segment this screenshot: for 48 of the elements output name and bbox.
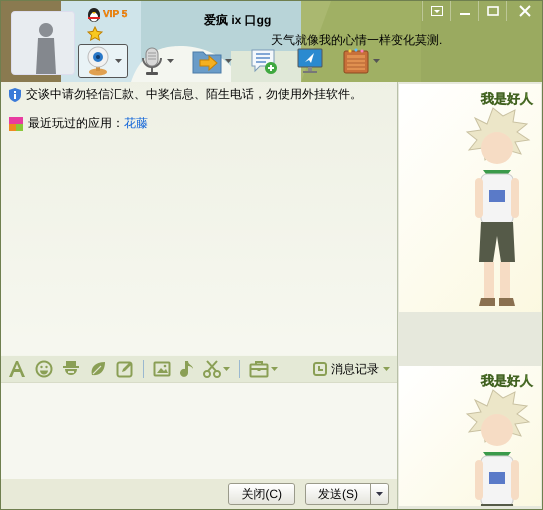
scissors-button[interactable]	[203, 360, 230, 378]
edit-icon	[116, 360, 134, 378]
show-caption: 我是好人	[481, 372, 533, 390]
edit-button[interactable]	[116, 360, 134, 378]
smiley-icon	[35, 360, 53, 378]
clock-icon	[313, 362, 327, 376]
hat-face-icon	[62, 360, 80, 378]
send-options-button[interactable]	[371, 483, 389, 505]
font-button[interactable]	[8, 360, 26, 378]
webcam-button[interactable]	[78, 44, 128, 78]
safety-notice: 交谈中请勿轻信汇款、中奖信息、陌生电话，勿使用外挂软件。	[26, 86, 362, 103]
image-icon	[153, 360, 171, 378]
recent-apps-text: 最近玩过的应用：花藤	[28, 115, 148, 132]
show-caption: 我是好人	[481, 90, 533, 108]
contact-signature: 天气就像我的心情一样变化莫测.	[271, 32, 442, 49]
app-icon	[9, 116, 23, 130]
close-dialog-button[interactable]: 关闭(C)	[228, 483, 295, 505]
penguin-icon	[87, 6, 101, 22]
minimize-icon	[460, 13, 470, 15]
briefcase-icon	[249, 360, 269, 378]
caret-icon	[383, 367, 390, 371]
font-icon	[8, 360, 26, 378]
music-note-icon	[180, 360, 194, 378]
image-button[interactable]	[153, 360, 171, 378]
music-button[interactable]	[180, 360, 194, 378]
send-button[interactable]: 发送(S)	[305, 483, 371, 505]
message-list-icon	[250, 47, 278, 75]
hat-button[interactable]	[62, 360, 80, 378]
maximize-icon	[486, 6, 498, 16]
monitor-icon	[296, 47, 324, 75]
leaf-icon	[89, 360, 107, 378]
contact-name: 爱疯 ix 口gg	[204, 12, 272, 29]
scissors-icon	[203, 360, 221, 378]
vip-level: VIP 5	[103, 8, 128, 20]
wooden-box-icon	[342, 47, 370, 75]
toolbox-button[interactable]	[249, 360, 278, 378]
dropdown-icon	[430, 6, 442, 16]
microphone-icon	[140, 46, 164, 76]
app-link[interactable]: 花藤	[124, 116, 148, 130]
history-button[interactable]: 消息记录	[313, 360, 390, 378]
info-shield-icon	[9, 88, 21, 102]
caret-icon	[376, 492, 383, 496]
avatar[interactable]	[11, 11, 75, 75]
leaf-button[interactable]	[89, 360, 107, 378]
close-icon	[518, 5, 530, 17]
message-input[interactable]	[1, 382, 397, 479]
star-icon	[87, 26, 103, 42]
smile-button[interactable]	[35, 360, 53, 378]
